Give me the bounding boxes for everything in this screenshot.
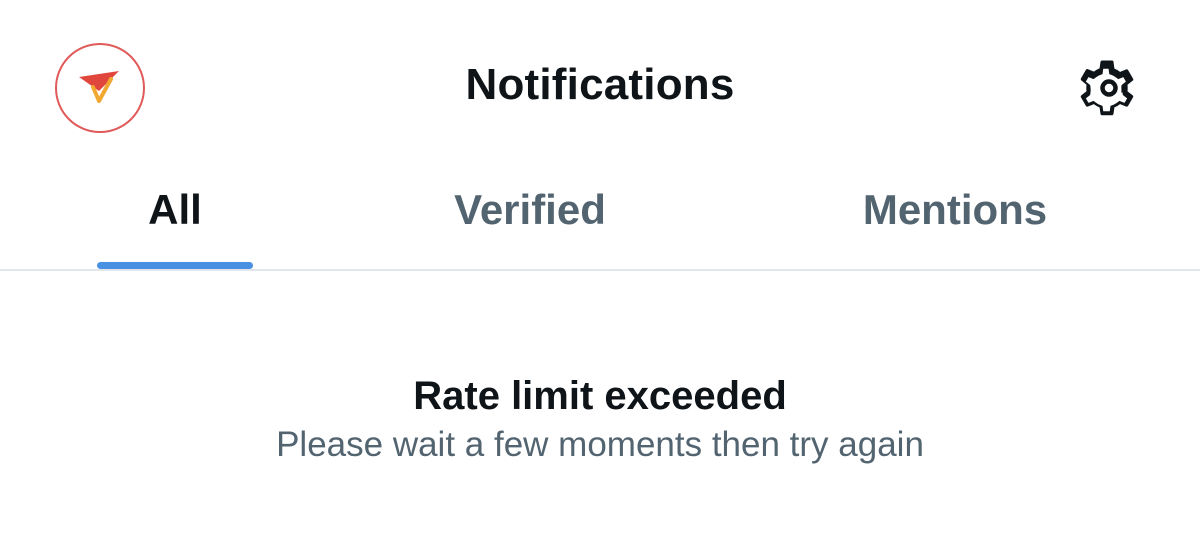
active-tab-indicator — [97, 262, 253, 269]
error-title: Rate limit exceeded — [413, 374, 787, 418]
gear-icon — [1080, 60, 1134, 116]
tab-all[interactable]: All — [0, 170, 350, 269]
header: Notifications — [0, 0, 1200, 170]
empty-state-message: Rate limit exceeded Please wait a few mo… — [0, 370, 1200, 468]
page-title: Notifications — [465, 60, 735, 109]
tab-bar: All Verified Mentions — [0, 170, 1200, 271]
tab-label: Verified — [454, 186, 606, 233]
tab-verified[interactable]: Verified — [330, 170, 730, 269]
tab-mentions[interactable]: Mentions — [750, 170, 1160, 269]
error-subtitle: Please wait a few moments then try again — [276, 425, 924, 464]
tab-label: Mentions — [862, 186, 1048, 233]
notifications-screen: Notifications All Verified Mentions Rate… — [0, 0, 1200, 558]
settings-button[interactable] — [1076, 55, 1142, 121]
tab-label: All — [148, 186, 202, 233]
